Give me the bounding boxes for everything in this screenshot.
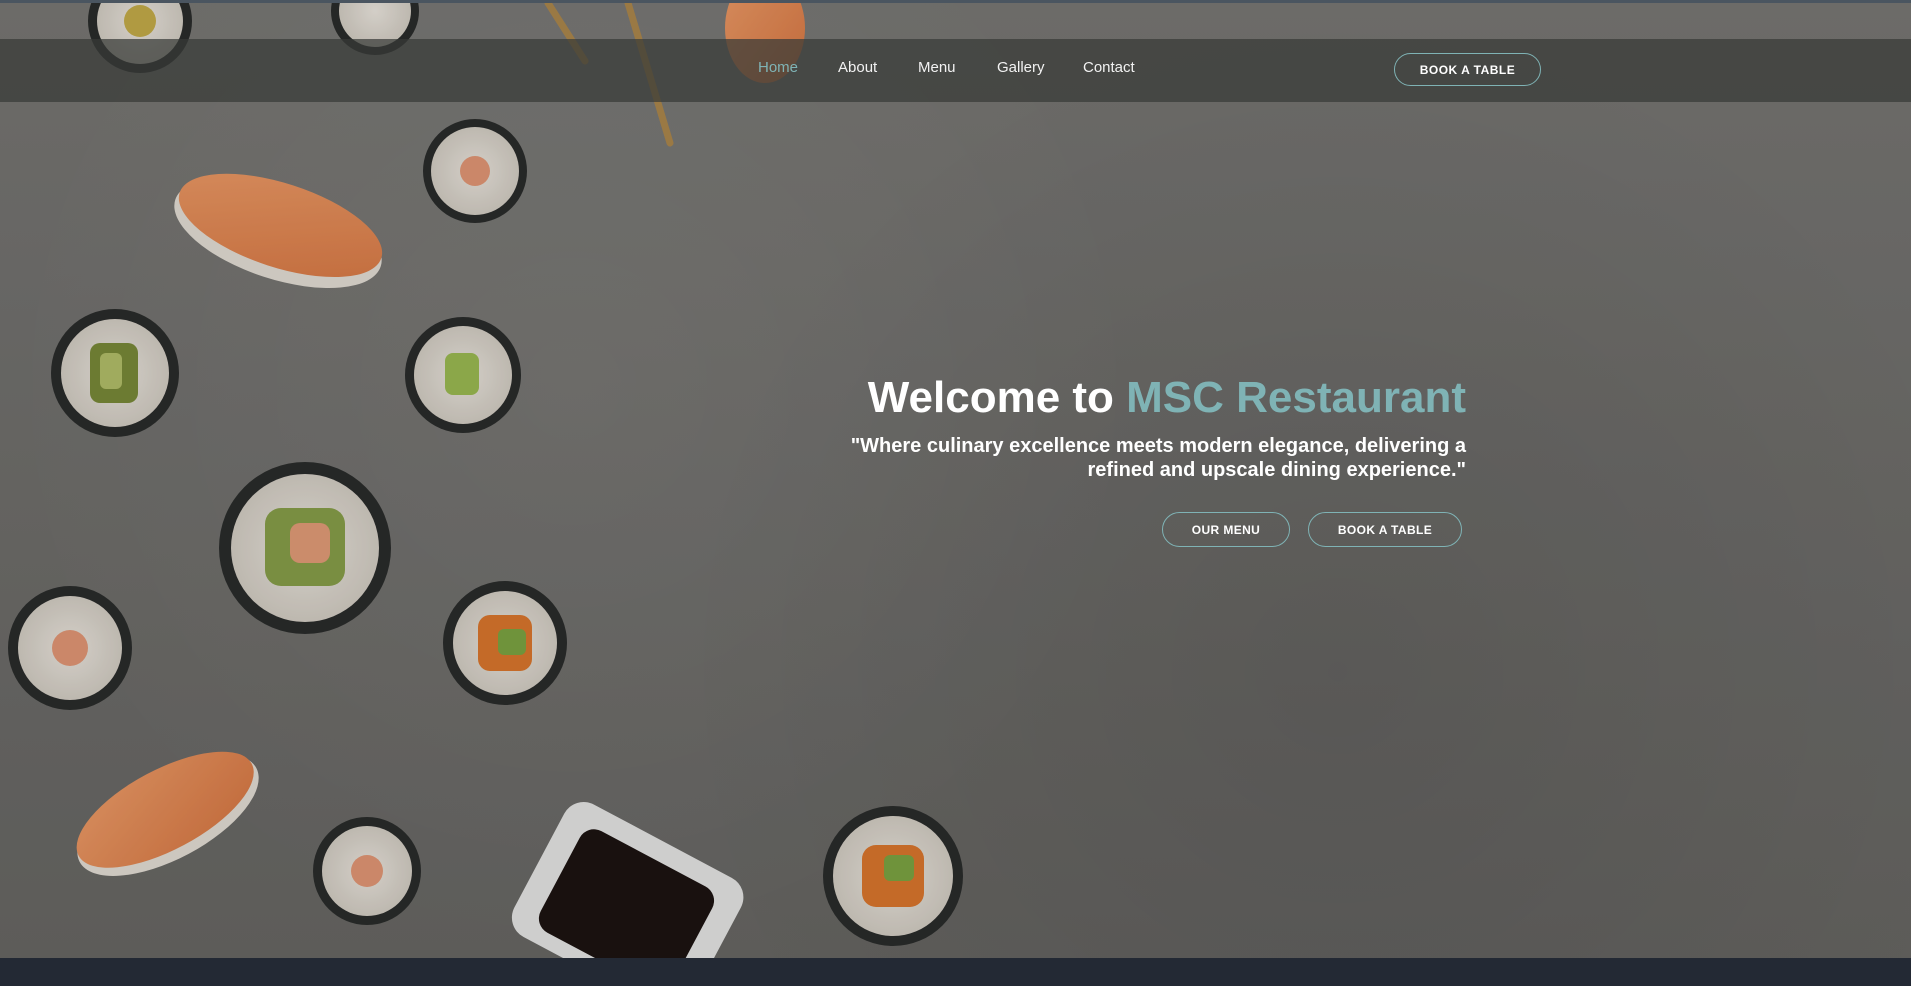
hero-text-block: Welcome to MSC Restaurant "Where culinar… (706, 372, 1466, 482)
nav-link-menu[interactable]: Menu (918, 59, 956, 76)
nav-link-home[interactable]: Home (758, 59, 798, 76)
footer-strip (0, 958, 1911, 986)
hero-title-prefix: Welcome to (867, 373, 1127, 422)
hero-title-brand: MSC Restaurant (1126, 373, 1466, 422)
hero-tagline-line1: "Where culinary excellence meets modern … (850, 435, 1466, 457)
hero-title: Welcome to MSC Restaurant (706, 372, 1466, 424)
top-navbar: Home About Menu Gallery Contact BOOK A T… (0, 39, 1911, 102)
nav-link-about[interactable]: About (838, 59, 877, 76)
our-menu-button[interactable]: OUR MENU (1162, 512, 1290, 547)
nav-link-contact[interactable]: Contact (1083, 59, 1135, 76)
book-a-table-nav-button[interactable]: BOOK A TABLE (1394, 53, 1541, 86)
hero-button-row: OUR MENU BOOK A TABLE (1162, 512, 1462, 547)
nav-link-gallery[interactable]: Gallery (997, 59, 1045, 76)
hero-tagline: "Where culinary excellence meets modern … (706, 434, 1466, 482)
hero-tagline-line2: refined and upscale dining experience." (1087, 459, 1466, 481)
book-a-table-hero-button[interactable]: BOOK A TABLE (1308, 512, 1462, 547)
